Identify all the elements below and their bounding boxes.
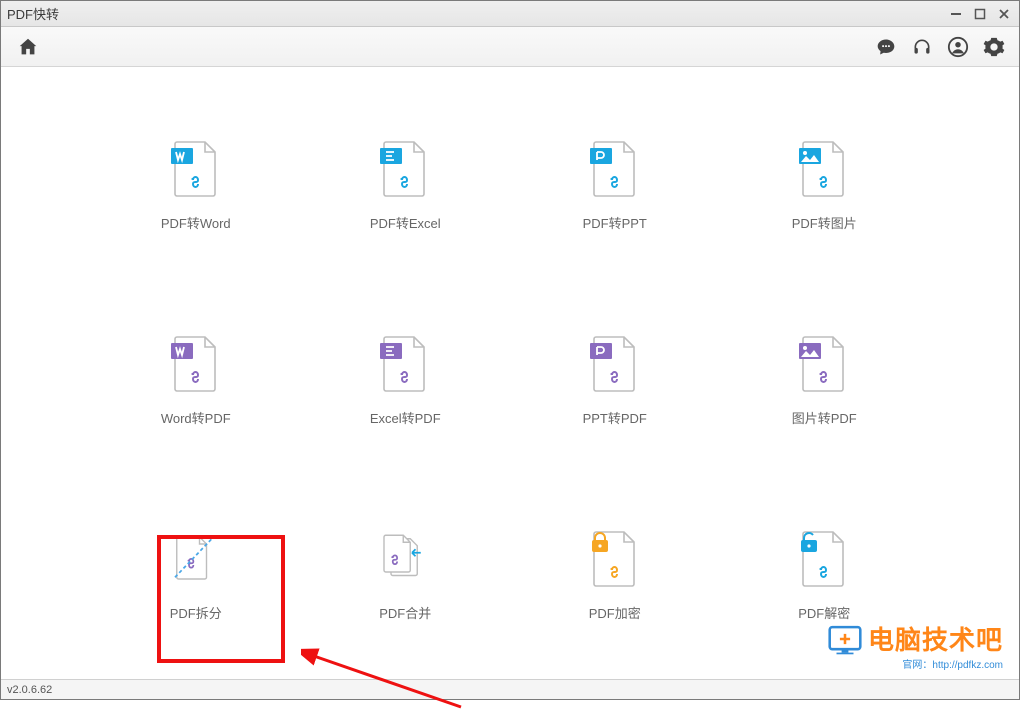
tool-pdf-to-image[interactable]: PDF转图片 (759, 137, 889, 232)
maximize-button[interactable] (971, 5, 989, 23)
pdf-split-icon (168, 527, 224, 589)
tool-label: Excel转PDF (370, 408, 441, 427)
tool-ppt-to-pdf[interactable]: PPT转PDF (550, 332, 680, 427)
pdf-to-ppt-icon (587, 137, 643, 199)
tool-pdf-to-ppt[interactable]: PDF转PPT (550, 137, 680, 232)
pdf-to-word-icon (168, 137, 224, 199)
version-label: v2.0.6.62 (7, 684, 52, 696)
content-area: PDF转Word PDF转Excel PDF转PPT PDF转图片 (1, 67, 1019, 679)
tool-pdf-decrypt[interactable]: PDF解密 (759, 527, 889, 622)
tool-pdf-encrypt[interactable]: PDF加密 (550, 527, 680, 622)
tool-pdf-merge[interactable]: PDF合并 (340, 527, 470, 622)
settings-icon[interactable] (981, 34, 1007, 60)
tool-label: 图片转PDF (792, 408, 857, 427)
tool-word-to-pdf[interactable]: Word转PDF (131, 332, 261, 427)
home-button[interactable] (15, 34, 41, 60)
toolbar (1, 27, 1019, 67)
close-button[interactable] (995, 5, 1013, 23)
pdf-encrypt-icon (587, 527, 643, 589)
tool-label: Word转PDF (161, 408, 231, 427)
tool-image-to-pdf[interactable]: 图片转PDF (759, 332, 889, 427)
tool-excel-to-pdf[interactable]: Excel转PDF (340, 332, 470, 427)
image-to-pdf-icon (796, 332, 852, 394)
tool-label: PDF转Word (161, 213, 231, 232)
pdf-to-image-icon (796, 137, 852, 199)
chat-icon[interactable] (873, 34, 899, 60)
tool-pdf-to-excel[interactable]: PDF转Excel (340, 137, 470, 232)
tool-label: PDF合并 (379, 603, 431, 622)
tool-label: PDF转Excel (370, 213, 441, 232)
tool-label: PDF转PPT (583, 213, 647, 232)
tool-label: PDF拆分 (170, 603, 222, 622)
pdf-decrypt-icon (796, 527, 852, 589)
window-title: PDF快转 (7, 4, 59, 23)
pdf-to-excel-icon (377, 137, 433, 199)
headset-icon[interactable] (909, 34, 935, 60)
tool-label: PDF转图片 (792, 213, 857, 232)
tool-label: PDF解密 (798, 603, 850, 622)
user-icon[interactable] (945, 34, 971, 60)
pdf-merge-icon (377, 527, 433, 589)
excel-to-pdf-icon (377, 332, 433, 394)
minimize-button[interactable] (947, 5, 965, 23)
tool-label: PPT转PDF (583, 408, 647, 427)
title-bar: PDF快转 (1, 1, 1019, 27)
status-bar: v2.0.6.62 (1, 679, 1019, 699)
word-to-pdf-icon (168, 332, 224, 394)
tool-label: PDF加密 (589, 603, 641, 622)
tool-pdf-to-word[interactable]: PDF转Word (131, 137, 261, 232)
tool-pdf-split[interactable]: PDF拆分 (131, 527, 261, 622)
ppt-to-pdf-icon (587, 332, 643, 394)
